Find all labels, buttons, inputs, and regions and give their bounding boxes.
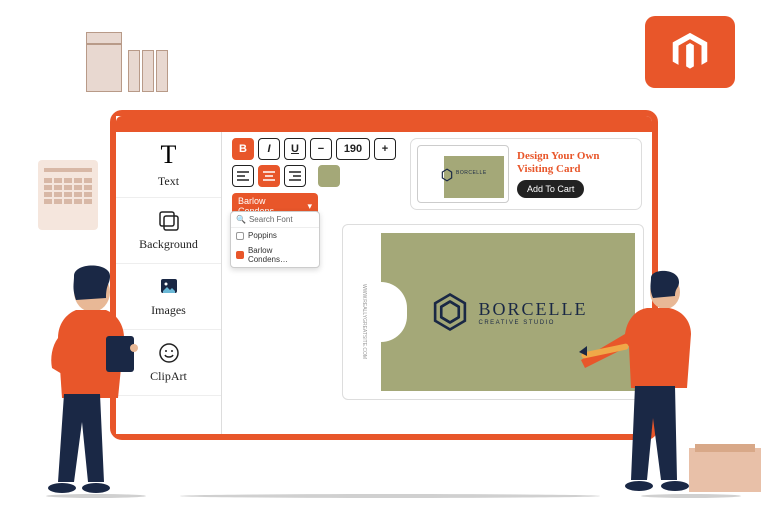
hexagon-logo-icon (440, 168, 454, 182)
mini-card-preview: BORCELLE (417, 145, 509, 203)
font-search-placeholder: Search Font (249, 215, 293, 224)
canvas-brand-name: BORCELLE (479, 299, 588, 320)
sidebar-item-label: Background (139, 237, 198, 252)
editor-window: T Text Background Images ClipArt B I U −… (110, 110, 658, 440)
font-size-input[interactable]: 190 (336, 138, 370, 160)
preview-title: Design Your Own Visiting Card (517, 150, 635, 176)
sidebar-item-background[interactable]: Background (116, 198, 221, 264)
magento-icon (667, 29, 713, 75)
canvas-side-text: WWW.REALLYGREATSITE.COM (349, 255, 367, 389)
background-icon (157, 209, 181, 233)
decoration-books (86, 24, 196, 92)
underline-button[interactable]: U (284, 138, 306, 160)
checkbox-checked-icon (236, 251, 244, 259)
size-decrease-button[interactable]: − (310, 138, 332, 160)
chevron-down-icon: ▾ (307, 201, 312, 212)
search-icon: 🔍 (236, 215, 246, 224)
font-dropdown[interactable]: Barlow Condens… ▾ 🔍 Search Font Poppins … (232, 193, 318, 219)
font-search-input[interactable]: 🔍 Search Font (231, 212, 319, 228)
italic-button[interactable]: I (258, 138, 280, 160)
checkbox-icon (236, 232, 244, 240)
illustration-person-left (34, 262, 164, 502)
platform-badge (645, 16, 735, 88)
font-option-barlow[interactable]: Barlow Condens… (231, 243, 319, 267)
font-option-label: Barlow Condens… (248, 246, 314, 264)
align-center-button[interactable] (258, 165, 280, 187)
font-option-poppins[interactable]: Poppins (231, 228, 319, 243)
canvas-tagline: CREATIVE STUDIO (479, 320, 588, 326)
illustration-person-right (579, 266, 729, 502)
sidebar-item-label: Text (158, 174, 179, 189)
font-option-label: Poppins (248, 231, 277, 240)
color-swatch[interactable] (318, 165, 340, 187)
hexagon-logo-icon (429, 291, 471, 333)
align-left-button[interactable] (232, 165, 254, 187)
mini-brand-label: BORCELLE (456, 170, 487, 176)
decoration-calendar (38, 160, 98, 230)
align-right-button[interactable] (284, 165, 306, 187)
product-preview-card: BORCELLE Design Your Own Visiting Card A… (410, 138, 642, 210)
shadow (180, 494, 600, 498)
size-increase-button[interactable]: + (374, 138, 396, 160)
add-to-cart-button[interactable]: Add To Cart (517, 180, 584, 198)
sidebar-item-text[interactable]: T Text (116, 132, 221, 198)
font-dropdown-panel: 🔍 Search Font Poppins Barlow Condens… (230, 211, 320, 268)
text-icon: T (161, 140, 177, 170)
bold-button[interactable]: B (232, 138, 254, 160)
